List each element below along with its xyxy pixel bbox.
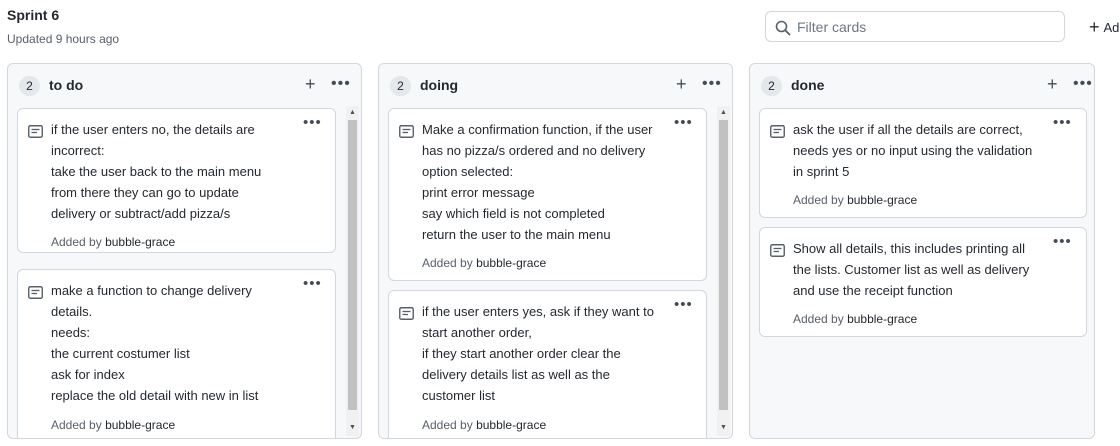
card-footer: Added by bubble-grace [422, 256, 546, 270]
added-by-label: Added by [51, 418, 102, 432]
card-author-link[interactable]: bubble-grace [105, 235, 175, 249]
column-doing: 2 doing + ••• Make a confirmation functi… [378, 63, 733, 439]
note-icon [28, 286, 43, 299]
add-card-button[interactable]: + [1047, 74, 1058, 94]
card-author-link[interactable]: bubble-grace [476, 256, 546, 270]
search-icon [775, 20, 791, 36]
note-card[interactable]: if the user enters yes, ask if they want… [388, 290, 707, 438]
column-scrollbar[interactable]: ▲ ▼ [717, 106, 730, 436]
card-author-link[interactable]: bubble-grace [476, 418, 546, 432]
card-footer: Added by bubble-grace [793, 193, 917, 207]
plus-icon: + [1089, 17, 1100, 37]
note-card[interactable]: if the user enters no, the details are i… [17, 108, 336, 253]
scroll-up-arrow-icon[interactable]: ▲ [717, 106, 730, 119]
add-card-button[interactable]: + [676, 74, 687, 94]
add-column-button[interactable]: + Ad [1089, 17, 1119, 37]
column-header: 2 done + ••• [750, 74, 1094, 98]
added-by-label: Added by [422, 256, 473, 270]
filter-cards-box[interactable] [765, 11, 1065, 42]
column-menu-button[interactable]: ••• [702, 74, 722, 94]
column-menu-button[interactable]: ••• [1073, 74, 1093, 94]
card-author-link[interactable]: bubble-grace [847, 193, 917, 207]
card-note-text: ask the user if all the details are corr… [793, 122, 1033, 179]
card-footer: Added by bubble-grace [51, 418, 175, 432]
card-menu-button[interactable]: ••• [1053, 115, 1072, 130]
column-header: 2 doing + ••• [379, 74, 732, 98]
filter-cards-input[interactable] [797, 17, 1057, 37]
column-to-do: 2 to do + ••• if the user enters no, the… [7, 63, 362, 439]
card-menu-button[interactable]: ••• [1053, 234, 1072, 249]
note-card[interactable]: make a function to change delivery detai… [17, 269, 336, 438]
note-icon [770, 244, 785, 257]
note-icon [770, 125, 785, 138]
note-icon [28, 125, 43, 138]
card-footer: Added by bubble-grace [51, 235, 175, 249]
card-menu-button[interactable]: ••• [674, 297, 693, 312]
scrollbar-thumb[interactable] [348, 120, 357, 410]
added-by-label: Added by [793, 193, 844, 207]
added-by-label: Added by [51, 235, 102, 249]
scroll-down-arrow-icon[interactable]: ▼ [346, 421, 359, 434]
card-note-text: make a function to change delivery detai… [51, 283, 259, 403]
note-card[interactable]: Show all details, this includes printing… [759, 227, 1087, 337]
project-updated-timestamp: Updated 9 hours ago [7, 32, 120, 46]
card-note-text: Make a confirmation function, if the use… [422, 122, 653, 242]
card-note-text: Show all details, this includes printing… [793, 241, 1030, 298]
column-menu-button[interactable]: ••• [331, 74, 351, 94]
card-author-link[interactable]: bubble-grace [105, 418, 175, 432]
card-footer: Added by bubble-grace [422, 418, 546, 432]
note-card[interactable]: ask the user if all the details are corr… [759, 108, 1087, 218]
card-note-text: if the user enters yes, ask if they want… [422, 304, 654, 403]
note-icon [399, 307, 414, 320]
add-column-label: Ad [1103, 19, 1120, 35]
card-menu-button[interactable]: ••• [303, 115, 322, 130]
card-author-link[interactable]: bubble-grace [847, 312, 917, 326]
card-count-badge: 2 [19, 76, 40, 96]
column-header: 2 to do + ••• [8, 74, 361, 98]
card-count-badge: 2 [390, 76, 411, 96]
add-card-button[interactable]: + [305, 74, 316, 94]
column-title: to do [49, 77, 84, 93]
added-by-label: Added by [422, 418, 473, 432]
note-icon [399, 125, 414, 138]
project-header: Sprint 6 Updated 9 hours ago + Ad [0, 0, 1120, 60]
scroll-up-arrow-icon[interactable]: ▲ [346, 106, 359, 119]
scrollbar-thumb[interactable] [719, 120, 728, 410]
card-menu-button[interactable]: ••• [674, 115, 693, 130]
scroll-down-arrow-icon[interactable]: ▼ [717, 421, 730, 434]
card-count-badge: 2 [761, 76, 782, 96]
added-by-label: Added by [793, 312, 844, 326]
column-scrollbar[interactable]: ▲ ▼ [346, 106, 359, 436]
column-title: done [791, 77, 825, 93]
project-title: Sprint 6 [7, 7, 60, 23]
note-card[interactable]: Make a confirmation function, if the use… [388, 108, 707, 281]
card-note-text: if the user enters no, the details are i… [51, 122, 262, 221]
column-title: doing [420, 77, 459, 93]
card-menu-button[interactable]: ••• [303, 276, 322, 291]
card-footer: Added by bubble-grace [793, 312, 917, 326]
column-done: 2 done + ••• ask the user if all the det… [749, 63, 1095, 439]
